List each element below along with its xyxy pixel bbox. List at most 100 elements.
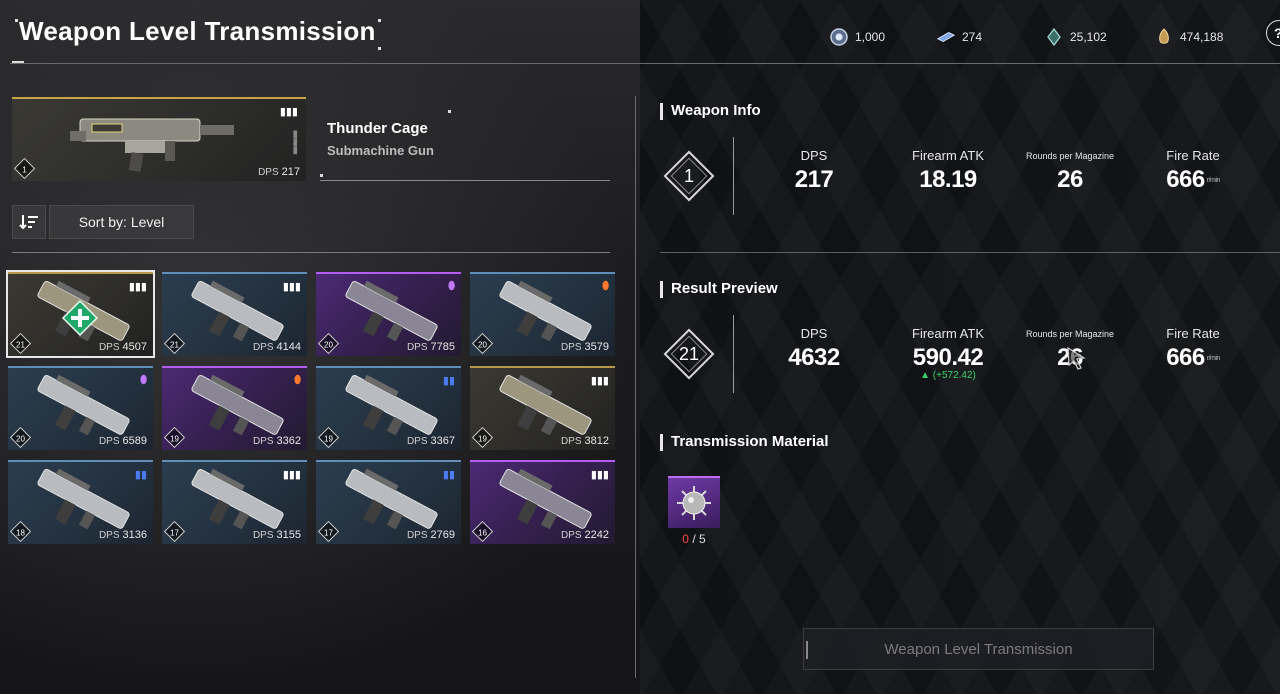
sort-descending-icon bbox=[19, 215, 38, 230]
dps-readout: DPS 3155 bbox=[252, 529, 301, 541]
dps-readout: DPS 2769 bbox=[406, 529, 455, 541]
stat-increase: ▲ (+572.42) bbox=[920, 370, 976, 381]
weapon-card[interactable]: ▮▮ 18 DPS 3136 bbox=[8, 460, 153, 544]
general-ammo-icon: ▮▮▮ bbox=[279, 106, 298, 118]
title-corner-dot bbox=[378, 47, 381, 50]
weapon-card[interactable]: ▮▮ 19 DPS 3367 bbox=[316, 366, 461, 450]
currency-value: 25,102 bbox=[1070, 30, 1107, 44]
dps-readout: DPS 3136 bbox=[98, 529, 147, 541]
stat-dps: DPS 4632 bbox=[788, 326, 840, 371]
weapon-card[interactable]: ▮▮ 17 DPS 2769 bbox=[316, 460, 461, 544]
stat-separator bbox=[733, 137, 734, 215]
sort-dropdown[interactable]: Sort by: Level bbox=[49, 205, 194, 239]
weapon-image bbox=[345, 468, 438, 530]
currency-value: 1,000 bbox=[855, 30, 886, 44]
dps-readout: DPS 6589 bbox=[98, 435, 147, 447]
dps-readout: DPS 7785 bbox=[406, 341, 455, 353]
weapon-level-transmission-button[interactable]: Weapon Level Transmission bbox=[803, 628, 1154, 670]
weapon-card[interactable]: ⬮ 19 DPS 3362 bbox=[162, 366, 307, 450]
result-preview-title: Result Preview bbox=[660, 280, 778, 298]
weapon-image bbox=[70, 118, 234, 172]
weapon-card[interactable]: ▮▮▮ 19 DPS 3812 bbox=[470, 366, 615, 450]
stat-fire-rate: Fire Rate 666 r/min bbox=[1166, 148, 1220, 193]
special-ammo-icon: ⬮ bbox=[448, 280, 455, 292]
current-level: 1 bbox=[683, 165, 694, 186]
weapon-card[interactable]: ▮▮▮ 21 DPS 4507 bbox=[6, 270, 155, 358]
title-corner-dot bbox=[15, 19, 18, 22]
material-count: 0 / 5 bbox=[682, 532, 706, 546]
weapon-image bbox=[499, 280, 592, 342]
panel-divider bbox=[635, 96, 636, 678]
selected-weapon-info: Thunder Cage Submachine Gun bbox=[320, 110, 610, 182]
section-divider bbox=[660, 252, 1280, 253]
sort-direction-button[interactable] bbox=[12, 205, 46, 239]
general-ammo-icon: ▮▮▮ bbox=[282, 469, 301, 481]
dps-readout: DPS 4507 bbox=[98, 341, 147, 353]
general-ammo-icon: ▮▮▮ bbox=[590, 375, 609, 387]
weapon-card[interactable]: ⬮ 20 DPS 3579 bbox=[470, 272, 615, 356]
stat-separator bbox=[733, 315, 734, 393]
weapon-card[interactable]: ⬮ 20 DPS 7785 bbox=[316, 272, 461, 356]
dps-readout: DPS 4144 bbox=[252, 341, 301, 353]
general-ammo-icon: ▮▮▮ bbox=[128, 281, 147, 293]
selected-weapon-card: ▮▮▮ ▮ ▮ ▮ 1 DPS 217 bbox=[12, 97, 306, 181]
weapon-card[interactable]: ▮▮▮ 17 DPS 3155 bbox=[162, 460, 307, 544]
corner-dot bbox=[320, 174, 323, 177]
stat-firearm-atk: Firearm ATK 18.19 bbox=[912, 148, 984, 193]
add-plus-icon bbox=[60, 298, 100, 338]
stat-dps: DPS 217 bbox=[794, 148, 834, 193]
dps-readout: DPS 3812 bbox=[560, 435, 609, 447]
weapon-image bbox=[345, 280, 438, 342]
weapon-image bbox=[499, 468, 592, 530]
transmission-material-slot[interactable] bbox=[668, 476, 720, 528]
weapon-image bbox=[191, 468, 284, 530]
currency-crystal[interactable]: 1,000 bbox=[829, 27, 885, 47]
page-title: Weapon Level Transmission bbox=[19, 16, 376, 46]
currency-shard[interactable]: 25,102 bbox=[1044, 27, 1107, 47]
title-corner-dot bbox=[378, 19, 381, 22]
shard-icon bbox=[1044, 27, 1064, 47]
spiked-sphere-icon bbox=[677, 486, 711, 520]
list-divider bbox=[12, 252, 610, 253]
stat-rounds-per-magazine: Rounds per Magazine 26 bbox=[1025, 151, 1115, 193]
dps-readout: DPS 3362 bbox=[252, 435, 301, 447]
transmission-material-title: Transmission Material bbox=[660, 433, 829, 451]
currency-ticket[interactable]: 274 bbox=[936, 27, 982, 47]
weapon-image bbox=[37, 374, 130, 436]
info-underline bbox=[320, 180, 610, 181]
currency-value: 274 bbox=[962, 30, 983, 44]
weapon-image bbox=[499, 374, 592, 436]
stat-firearm-atk: Firearm ATK 590.42 ▲ (+572.42) bbox=[893, 326, 1003, 381]
weapon-type: Submachine Gun bbox=[327, 143, 434, 158]
stat-fire-rate: Fire Rate 666 r/min bbox=[1166, 326, 1220, 371]
ticket-icon bbox=[936, 27, 956, 47]
weapon-card[interactable]: ▮▮▮ 21 DPS 4144 bbox=[162, 272, 307, 356]
weapon-card[interactable]: ⬮ 20 DPS 6589 bbox=[8, 366, 153, 450]
high-power-ammo-icon: ⬮ bbox=[294, 374, 301, 386]
result-level: 21 bbox=[678, 343, 700, 364]
dps-readout: DPS 3579 bbox=[560, 341, 609, 353]
more-options-icon: ▮ ▮ ▮ bbox=[292, 129, 298, 156]
currency-gold[interactable]: 474,188 bbox=[1154, 27, 1223, 47]
header-divider-tick bbox=[12, 61, 24, 63]
general-ammo-icon: ▮▮▮ bbox=[282, 281, 301, 293]
impact-ammo-icon: ▮▮ bbox=[442, 375, 455, 387]
weapon-image bbox=[345, 374, 438, 436]
impact-ammo-icon: ▮▮ bbox=[134, 469, 147, 481]
high-power-ammo-icon: ⬮ bbox=[602, 280, 609, 292]
weapon-image bbox=[191, 374, 284, 436]
weapon-image bbox=[191, 280, 284, 342]
impact-ammo-icon: ▮▮ bbox=[442, 469, 455, 481]
header-divider bbox=[10, 63, 1280, 64]
crystal-icon bbox=[829, 27, 849, 47]
level-badge: 1 bbox=[13, 157, 36, 180]
dps-readout: DPS 3367 bbox=[406, 435, 455, 447]
weapon-image bbox=[37, 468, 130, 530]
dps-readout: DPS 217 bbox=[258, 166, 300, 178]
special-ammo-icon: ⬮ bbox=[140, 374, 147, 386]
weapon-name: Thunder Cage bbox=[327, 120, 428, 137]
currency-value: 474,188 bbox=[1180, 30, 1224, 44]
weapon-card[interactable]: ▮▮▮ 16 DPS 2242 bbox=[470, 460, 615, 544]
mouse-cursor-icon bbox=[1067, 346, 1086, 370]
general-ammo-icon: ▮▮▮ bbox=[590, 469, 609, 481]
